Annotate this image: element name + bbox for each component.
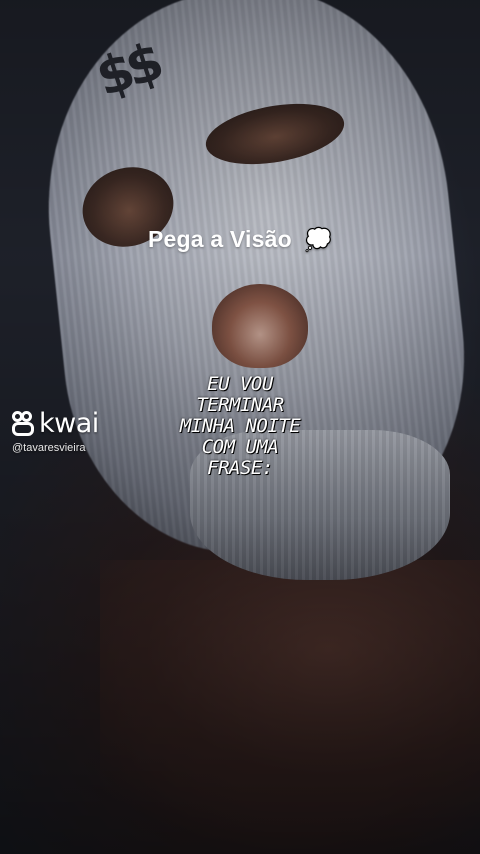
kwai-watermark: kwai @tavaresvieira (12, 410, 99, 454)
video-frame[interactable]: $$ Pega a Visão 💭 EU VOU TERMINAR MINHA … (0, 0, 480, 854)
kwai-logo-icon (12, 411, 36, 437)
phrase-line: COM UMA (201, 436, 279, 458)
creator-handle: @tavaresvieira (12, 442, 86, 454)
phrase-line: TERMINAR (196, 394, 284, 416)
caption-text: Pega a Visão (147, 226, 292, 252)
phrase-line: FRASE: (207, 457, 273, 479)
kwai-brand-text: kwai (39, 408, 99, 439)
phrase-line: MINHA NOITE (179, 415, 301, 437)
thought-balloon-icon: 💭 (304, 227, 333, 252)
phrase-line: EU VOU (207, 373, 273, 395)
overlay-phrase: EU VOU TERMINAR MINHA NOITE COM UMA FRAS… (160, 374, 320, 479)
video-caption: Pega a Visão 💭 (0, 226, 480, 253)
